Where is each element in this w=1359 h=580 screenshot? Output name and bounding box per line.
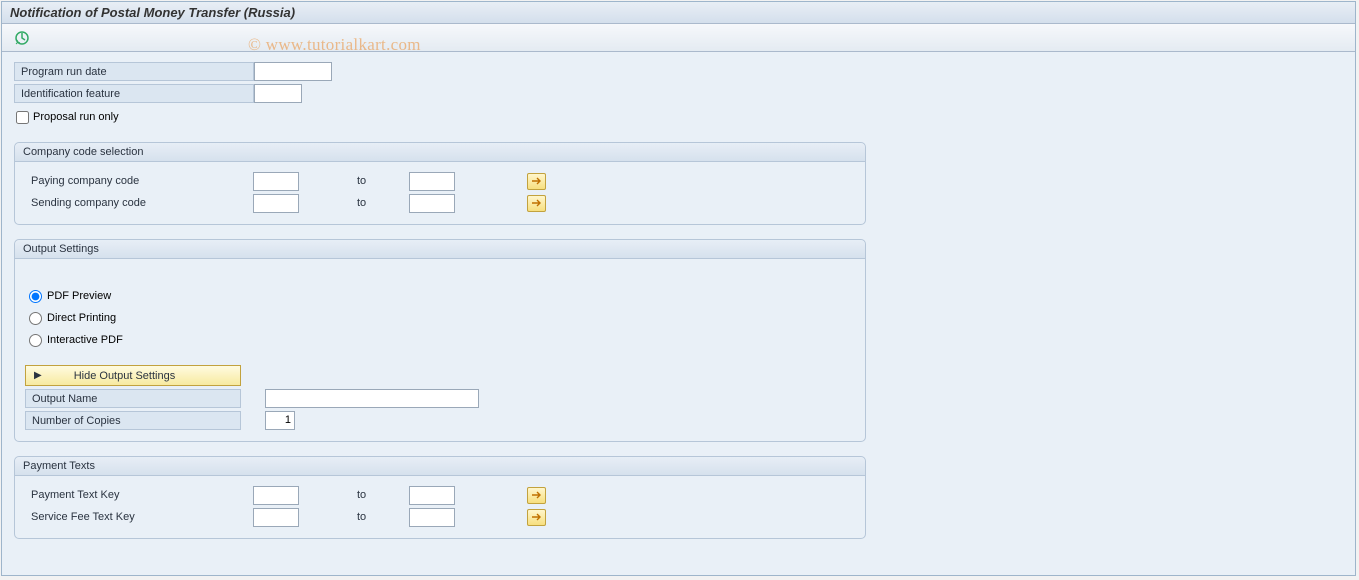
group-title-payment: Payment Texts <box>15 457 865 476</box>
app-frame: Notification of Postal Money Transfer (R… <box>1 1 1356 576</box>
row-output-name: Output Name <box>25 387 855 409</box>
label-program-run-date: Program run date <box>14 62 254 81</box>
hide-output-settings-button[interactable]: ▶ Hide Output Settings <box>25 365 241 386</box>
radio-interactive-pdf[interactable] <box>29 334 42 347</box>
app-toolbar <box>2 24 1355 52</box>
row-payment-text-key: Payment Text Key to <box>25 484 855 506</box>
input-paying-to[interactable] <box>409 172 455 191</box>
label-copies: Number of Copies <box>25 411 241 430</box>
input-identification-feature[interactable] <box>254 84 302 103</box>
label-proposal-run: Proposal run only <box>33 111 119 123</box>
radio-direct-printing[interactable] <box>29 312 42 325</box>
multi-select-payment[interactable] <box>527 487 546 504</box>
row-program-run-date: Program run date <box>14 60 1343 82</box>
radio-pdf-preview[interactable] <box>29 290 42 303</box>
label-pdf-preview: PDF Preview <box>47 290 111 302</box>
hide-output-settings-label: Hide Output Settings <box>74 370 176 382</box>
label-to: to <box>299 489 409 501</box>
multi-select-service[interactable] <box>527 509 546 526</box>
execute-icon <box>14 30 30 46</box>
group-title-output: Output Settings <box>15 240 865 259</box>
window-title: Notification of Postal Money Transfer (R… <box>10 5 295 20</box>
row-sending-company: Sending company code to <box>25 192 855 214</box>
input-sending-from[interactable] <box>253 194 299 213</box>
multi-select-sending[interactable] <box>527 195 546 212</box>
label-output-name: Output Name <box>25 389 241 408</box>
checkbox-proposal-run[interactable] <box>16 111 29 124</box>
label-paying-company: Paying company code <box>25 172 253 191</box>
label-payment-key: Payment Text Key <box>25 486 253 505</box>
input-payment-from[interactable] <box>253 486 299 505</box>
input-service-to[interactable] <box>409 508 455 527</box>
row-proposal-run: Proposal run only <box>14 106 1343 128</box>
input-copies[interactable] <box>265 411 295 430</box>
group-title-company: Company code selection <box>15 143 865 162</box>
label-to: to <box>299 511 409 523</box>
row-number-of-copies: Number of Copies <box>25 409 855 431</box>
input-sending-to[interactable] <box>409 194 455 213</box>
row-identification-feature: Identification feature <box>14 82 1343 104</box>
input-service-from[interactable] <box>253 508 299 527</box>
input-output-name[interactable] <box>265 389 479 408</box>
label-identification-feature: Identification feature <box>14 84 254 103</box>
label-interactive-pdf: Interactive PDF <box>47 334 123 346</box>
arrow-right-icon <box>531 176 543 186</box>
row-pdf-preview: PDF Preview <box>29 285 855 307</box>
content-area: Program run date Identification feature … <box>2 52 1355 547</box>
input-payment-to[interactable] <box>409 486 455 505</box>
row-service-fee-key: Service Fee Text Key to <box>25 506 855 528</box>
arrow-right-icon <box>531 512 543 522</box>
arrow-right-icon <box>531 198 543 208</box>
window-title-bar: Notification of Postal Money Transfer (R… <box>2 2 1355 24</box>
multi-select-paying[interactable] <box>527 173 546 190</box>
label-sending-company: Sending company code <box>25 194 253 213</box>
input-paying-from[interactable] <box>253 172 299 191</box>
group-company-code: Company code selection Paying company co… <box>14 142 866 225</box>
arrow-right-icon <box>531 490 543 500</box>
row-paying-company: Paying company code to <box>25 170 855 192</box>
label-to: to <box>299 197 409 209</box>
group-output-settings: Output Settings PDF Preview Direct Print… <box>14 239 866 442</box>
input-program-run-date[interactable] <box>254 62 332 81</box>
triangle-right-icon: ▶ <box>34 370 42 381</box>
row-interactive-pdf: Interactive PDF <box>29 329 855 351</box>
label-direct-printing: Direct Printing <box>47 312 116 324</box>
label-to: to <box>299 175 409 187</box>
group-payment-texts: Payment Texts Payment Text Key to Servic… <box>14 456 866 539</box>
label-service-fee: Service Fee Text Key <box>25 508 253 527</box>
execute-button[interactable] <box>12 28 32 48</box>
row-direct-printing: Direct Printing <box>29 307 855 329</box>
